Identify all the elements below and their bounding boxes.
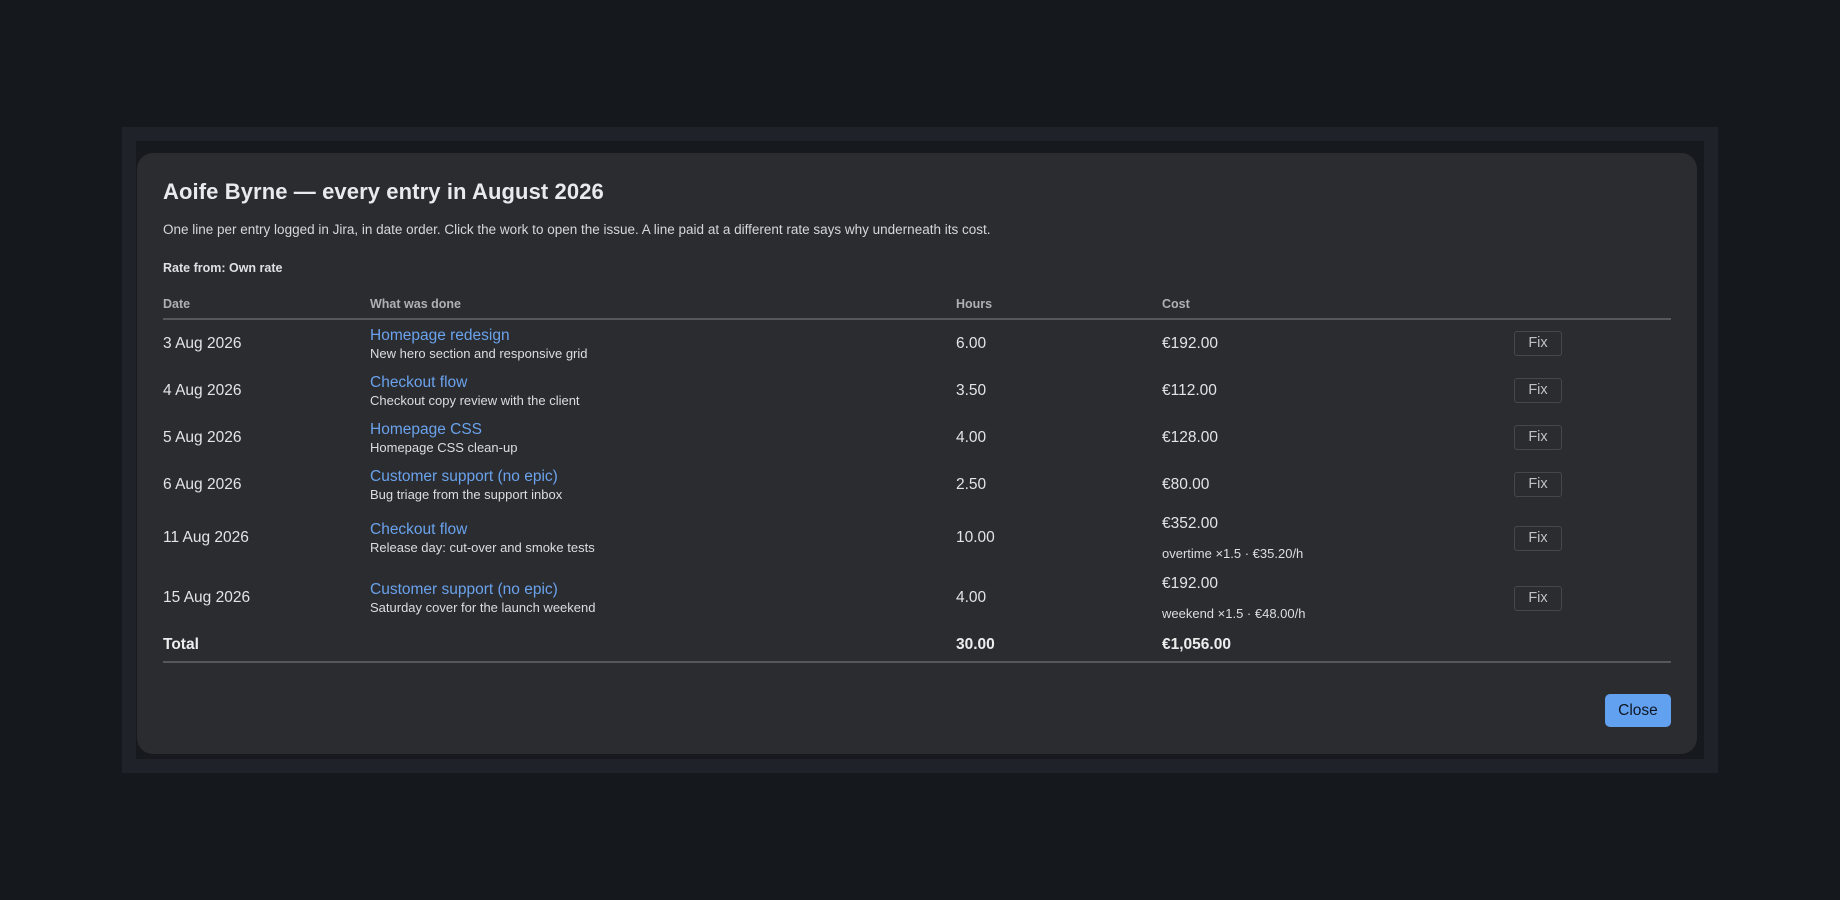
entry-hours: 4.00 bbox=[956, 589, 987, 606]
total-row: Total 30.00 €1,056.00 bbox=[163, 628, 1671, 663]
fix-button[interactable]: Fix bbox=[1514, 425, 1562, 450]
entries-table: Date What was done Hours Cost 3 Aug 2026… bbox=[163, 290, 1671, 663]
entry-cost: €128.00 bbox=[1162, 414, 1514, 461]
column-header-date: Date bbox=[163, 290, 370, 320]
total-actions-empty bbox=[1514, 628, 1671, 663]
fix-button[interactable]: Fix bbox=[1514, 331, 1562, 356]
entry-note: Release day: cut-over and smoke tests bbox=[370, 540, 595, 555]
table-row: 5 Aug 2026 Homepage CSS Homepage CSS cle… bbox=[163, 414, 1671, 461]
entry-note: Homepage CSS clean-up bbox=[370, 439, 518, 455]
entry-actions: Fix bbox=[1514, 568, 1671, 628]
entry-cost: €352.00 overtime ×1.5 · €35.20/h bbox=[1162, 508, 1514, 568]
entry-work: Customer support (no epic) Saturday cove… bbox=[370, 568, 956, 628]
entry-actions: Fix bbox=[1514, 508, 1671, 568]
issue-link[interactable]: Customer support (no epic) bbox=[370, 580, 956, 599]
entry-hours: 3.50 bbox=[956, 381, 987, 399]
entry-actions: Fix bbox=[1514, 367, 1671, 414]
entry-date: 3 Aug 2026 bbox=[163, 334, 242, 352]
table-row: 4 Aug 2026 Checkout flow Checkout copy r… bbox=[163, 367, 1671, 414]
entry-date: 15 Aug 2026 bbox=[163, 589, 251, 606]
entry-cost-value: €192.00 bbox=[1162, 575, 1219, 592]
rate-source: Rate from: Own rate bbox=[163, 261, 283, 275]
dialog-description: One line per entry logged in Jira, in da… bbox=[163, 222, 991, 237]
entry-cost-value: €112.00 bbox=[1162, 381, 1217, 399]
entry-actions: Fix bbox=[1514, 461, 1671, 508]
issue-link[interactable]: Checkout flow bbox=[370, 520, 956, 539]
entry-cost-value: €80.00 bbox=[1162, 475, 1210, 493]
table-row: 11 Aug 2026 Checkout flow Release day: c… bbox=[163, 508, 1671, 568]
table-row: 15 Aug 2026 Customer support (no epic) S… bbox=[163, 568, 1671, 628]
table-row: 6 Aug 2026 Customer support (no epic) Bu… bbox=[163, 461, 1671, 508]
entry-hours: 2.50 bbox=[956, 475, 987, 493]
entry-actions: Fix bbox=[1514, 319, 1671, 367]
total-label: Total bbox=[163, 628, 370, 663]
column-header-actions bbox=[1514, 290, 1671, 320]
entry-hours: 4.00 bbox=[956, 428, 987, 446]
entry-note: New hero section and responsive grid bbox=[370, 345, 588, 361]
entry-work: Homepage CSS Homepage CSS clean-up bbox=[370, 414, 956, 461]
entry-work: Customer support (no epic) Bug triage fr… bbox=[370, 461, 956, 508]
total-work-empty bbox=[370, 628, 956, 663]
entry-cost: €192.00 weekend ×1.5 · €48.00/h bbox=[1162, 568, 1514, 628]
rate-reason: weekend ×1.5 · €48.00/h bbox=[1162, 606, 1306, 621]
entry-cost: €112.00 bbox=[1162, 367, 1514, 414]
fix-button[interactable]: Fix bbox=[1514, 472, 1562, 497]
entry-cost: €80.00 bbox=[1162, 461, 1514, 508]
fix-button[interactable]: Fix bbox=[1514, 525, 1562, 551]
fix-button[interactable]: Fix bbox=[1514, 585, 1562, 611]
column-header-cost: Cost bbox=[1162, 290, 1514, 320]
column-header-work: What was done bbox=[370, 290, 956, 320]
issue-link[interactable]: Customer support (no epic) bbox=[370, 467, 956, 486]
entry-work: Checkout flow Release day: cut-over and … bbox=[370, 508, 956, 568]
entry-actions: Fix bbox=[1514, 414, 1671, 461]
entry-cost-value: €352.00 bbox=[1162, 515, 1219, 532]
entry-cost: €192.00 bbox=[1162, 319, 1514, 367]
table-header-row: Date What was done Hours Cost bbox=[163, 290, 1671, 320]
total-cost: €1,056.00 bbox=[1162, 628, 1514, 663]
entries-dialog: Aoife Byrne — every entry in August 2026… bbox=[137, 153, 1697, 754]
entry-work: Checkout flow Checkout copy review with … bbox=[370, 367, 956, 414]
entry-date: 4 Aug 2026 bbox=[163, 381, 242, 399]
entry-date: 11 Aug 2026 bbox=[163, 529, 249, 546]
entry-hours: 6.00 bbox=[956, 334, 987, 352]
entry-work: Homepage redesign New hero section and r… bbox=[370, 319, 956, 367]
fix-button[interactable]: Fix bbox=[1514, 378, 1562, 403]
entry-cost-value: €128.00 bbox=[1162, 428, 1219, 446]
close-button[interactable]: Close bbox=[1605, 694, 1671, 727]
entry-date: 6 Aug 2026 bbox=[163, 475, 242, 493]
issue-link[interactable]: Homepage CSS bbox=[370, 420, 956, 439]
issue-link[interactable]: Checkout flow bbox=[370, 373, 956, 392]
rate-reason: overtime ×1.5 · €35.20/h bbox=[1162, 546, 1304, 561]
entry-note: Checkout copy review with the client bbox=[370, 392, 580, 408]
entry-cost-value: €192.00 bbox=[1162, 334, 1219, 352]
entry-note: Bug triage from the support inbox bbox=[370, 486, 563, 502]
total-hours: 30.00 bbox=[956, 628, 1162, 663]
column-header-hours: Hours bbox=[956, 290, 1162, 320]
entry-hours: 10.00 bbox=[956, 529, 995, 546]
issue-link[interactable]: Homepage redesign bbox=[370, 326, 956, 345]
dialog-title: Aoife Byrne — every entry in August 2026 bbox=[163, 179, 604, 204]
entry-date: 5 Aug 2026 bbox=[163, 428, 242, 446]
entry-note: Saturday cover for the launch weekend bbox=[370, 600, 596, 615]
table-row: 3 Aug 2026 Homepage redesign New hero se… bbox=[163, 319, 1671, 367]
